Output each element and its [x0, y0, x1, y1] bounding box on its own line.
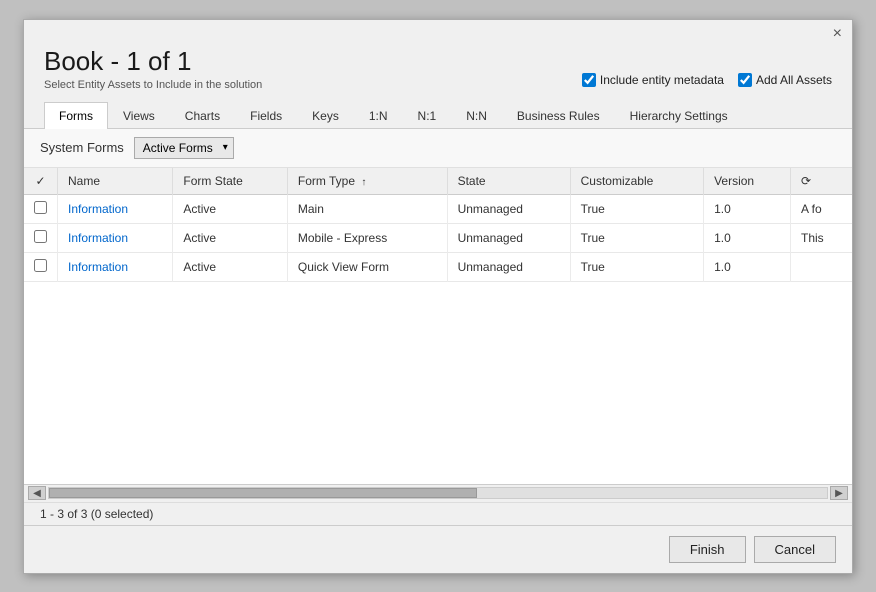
tab-charts[interactable]: Charts [170, 102, 235, 129]
tab-nn[interactable]: N:N [451, 102, 502, 129]
row-name[interactable]: Information [58, 252, 173, 281]
row-extra: This [790, 223, 852, 252]
row-name-link[interactable]: Information [68, 202, 128, 216]
col-form-type[interactable]: Form Type ↑ [287, 168, 447, 195]
status-bar: 1 - 3 of 3 (0 selected) [24, 502, 852, 525]
tab-business-rules[interactable]: Business Rules [502, 102, 615, 129]
row-state: Unmanaged [447, 223, 570, 252]
col-state[interactable]: State [447, 168, 570, 195]
sort-asc-icon: ↑ [361, 177, 366, 188]
row-form-type: Quick View Form [287, 252, 447, 281]
row-checkbox-cell[interactable] [24, 223, 58, 252]
forms-table: ✓ Name Form State Form Type ↑ State Cust… [24, 168, 852, 282]
tab-hierarchy-settings[interactable]: Hierarchy Settings [615, 102, 743, 129]
tab-1n[interactable]: 1:N [354, 102, 403, 129]
row-name[interactable]: Information [58, 223, 173, 252]
row-version: 1.0 [704, 194, 791, 223]
row-name-link[interactable]: Information [68, 260, 128, 274]
row-form-type: Main [287, 194, 447, 223]
main-dialog: × Book - 1 of 1 Select Entity Assets to … [23, 19, 853, 574]
row-checkbox-cell[interactable] [24, 194, 58, 223]
finish-button[interactable]: Finish [669, 536, 746, 563]
row-name[interactable]: Information [58, 194, 173, 223]
col-form-state[interactable]: Form State [173, 168, 287, 195]
dialog-title: Book - 1 of 1 [44, 46, 262, 77]
row-extra: A fo [790, 194, 852, 223]
row-extra [790, 252, 852, 281]
row-version: 1.0 [704, 252, 791, 281]
scroll-thumb[interactable] [49, 488, 477, 498]
row-checkbox-cell[interactable] [24, 252, 58, 281]
row-checkbox[interactable] [34, 230, 47, 243]
forms-header: System Forms Active Forms [24, 129, 852, 168]
scroll-right-button[interactable]: ▶ [830, 486, 848, 500]
row-name-link[interactable]: Information [68, 231, 128, 245]
tab-keys[interactable]: Keys [297, 102, 354, 129]
row-customizable: True [570, 223, 703, 252]
row-checkbox[interactable] [34, 259, 47, 272]
col-extra: ⟳ [790, 168, 852, 195]
dialog-header: Book - 1 of 1 Select Entity Assets to In… [24, 42, 852, 101]
row-customizable: True [570, 194, 703, 223]
tab-n1[interactable]: N:1 [403, 102, 452, 129]
scroll-left-button[interactable]: ◀ [28, 486, 46, 500]
row-checkbox[interactable] [34, 201, 47, 214]
add-all-assets-label[interactable]: Add All Assets [738, 73, 832, 87]
table-header-row: ✓ Name Form State Form Type ↑ State Cust… [24, 168, 852, 195]
dialog-title-area: Book - 1 of 1 Select Entity Assets to In… [44, 46, 262, 91]
col-name[interactable]: Name [58, 168, 173, 195]
row-state: Unmanaged [447, 194, 570, 223]
dialog-titlebar: × [24, 20, 852, 42]
scroll-track[interactable] [48, 487, 828, 499]
header-checkboxes: Include entity metadata Add All Assets [582, 73, 832, 91]
row-state: Unmanaged [447, 252, 570, 281]
table-row: Information Active Quick View Form Unman… [24, 252, 852, 281]
row-form-state: Active [173, 252, 287, 281]
cancel-button[interactable]: Cancel [754, 536, 836, 563]
tab-forms[interactable]: Forms [44, 102, 108, 129]
row-form-state: Active [173, 223, 287, 252]
table-container: ✓ Name Form State Form Type ↑ State Cust… [24, 168, 852, 484]
horizontal-scrollbar: ◀ ▶ [24, 484, 852, 502]
col-version[interactable]: Version [704, 168, 791, 195]
active-forms-dropdown-label: Active Forms [143, 141, 213, 155]
dialog-footer: Finish Cancel [24, 525, 852, 573]
table-row: Information Active Main Unmanaged True 1… [24, 194, 852, 223]
include-entity-metadata-label[interactable]: Include entity metadata [582, 73, 724, 87]
tab-views[interactable]: Views [108, 102, 170, 129]
tab-fields[interactable]: Fields [235, 102, 297, 129]
col-customizable[interactable]: Customizable [570, 168, 703, 195]
table-row: Information Active Mobile - Express Unma… [24, 223, 852, 252]
add-all-assets-checkbox[interactable] [738, 73, 752, 87]
include-entity-metadata-text: Include entity metadata [600, 73, 724, 87]
include-entity-metadata-checkbox[interactable] [582, 73, 596, 87]
col-check[interactable]: ✓ [24, 168, 58, 195]
tabs-bar: Forms Views Charts Fields Keys 1:N N:1 N… [24, 101, 852, 129]
system-forms-label: System Forms [40, 140, 124, 155]
dialog-subtitle: Select Entity Assets to Include in the s… [44, 79, 262, 91]
row-form-state: Active [173, 194, 287, 223]
row-form-type: Mobile - Express [287, 223, 447, 252]
active-forms-dropdown[interactable]: Active Forms [134, 137, 234, 159]
row-version: 1.0 [704, 223, 791, 252]
add-all-assets-text: Add All Assets [756, 73, 832, 87]
row-customizable: True [570, 252, 703, 281]
content-area: System Forms Active Forms ✓ Name Form St… [24, 129, 852, 525]
close-button[interactable]: × [831, 26, 844, 42]
